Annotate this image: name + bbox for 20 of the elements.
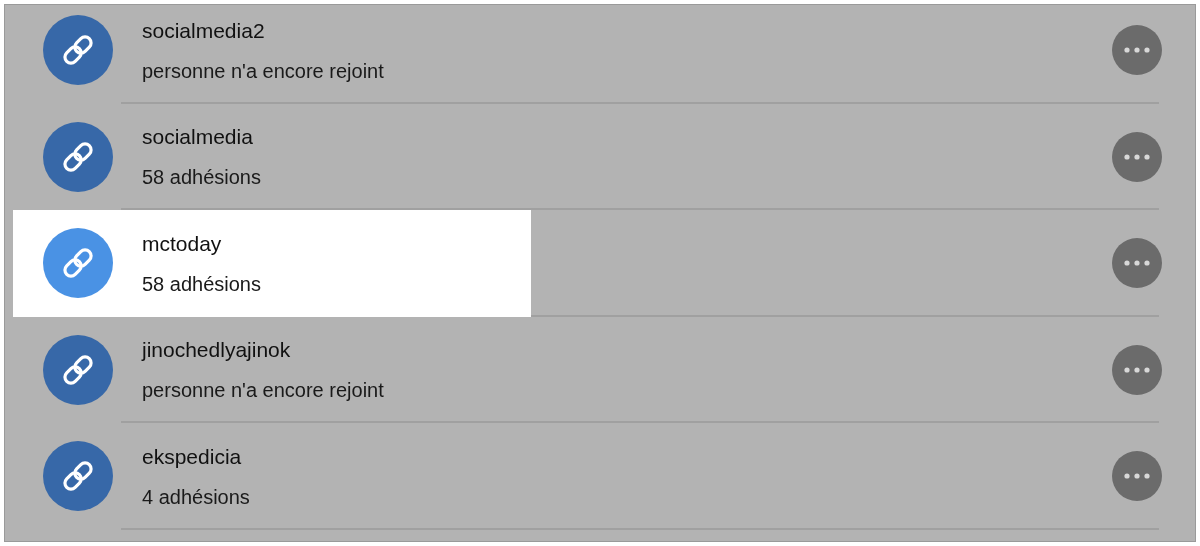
link-name: socialmedia2 [142, 17, 266, 43]
more-button[interactable] [1112, 451, 1162, 502]
member-count: personne n'a encore rejoint [142, 378, 384, 403]
member-count: 58 adhésions [142, 271, 261, 296]
link-name: ekspedicia [142, 443, 243, 469]
member-count: personne n'a encore rejoint [142, 58, 384, 83]
more-icon [1124, 260, 1150, 267]
more-button[interactable] [1112, 131, 1162, 182]
more-icon [1124, 47, 1150, 54]
link-name: socialmedia [142, 124, 254, 150]
more-icon [1124, 153, 1150, 160]
more-icon [1124, 366, 1150, 373]
more-button[interactable] [1112, 344, 1162, 395]
link-name: jinochedlyajinok [142, 337, 292, 363]
more-icon [1124, 473, 1150, 480]
more-button[interactable] [1112, 238, 1162, 289]
member-count: 58 adhésions [142, 165, 261, 190]
more-button[interactable] [1112, 25, 1162, 76]
link-name: mctoday [142, 230, 223, 256]
member-count: 4 adhésions [142, 484, 250, 509]
